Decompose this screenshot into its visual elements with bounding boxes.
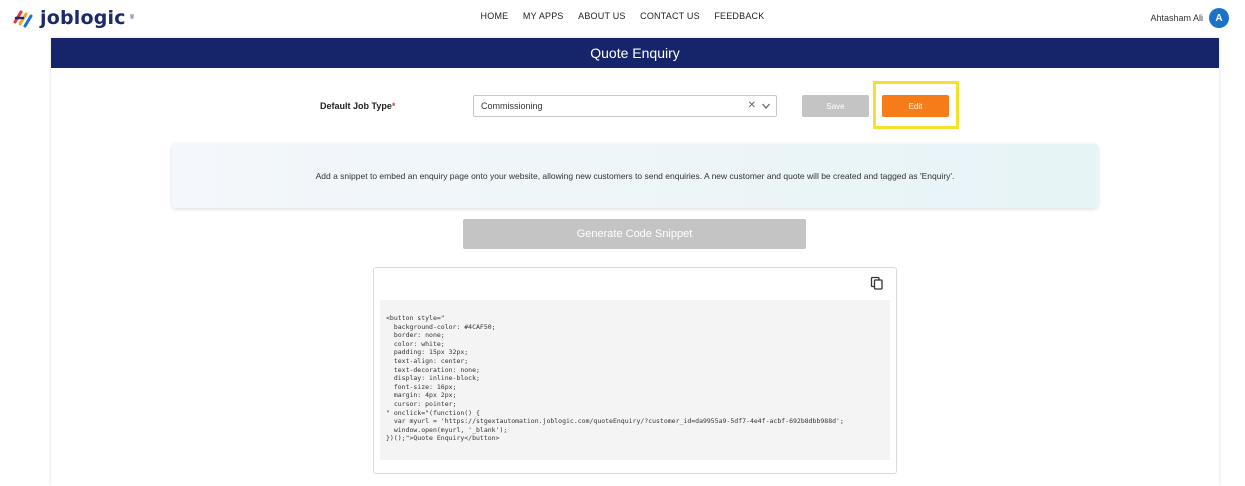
- generate-code-snippet-button[interactable]: Generate Code Snippet: [463, 219, 806, 249]
- nav-my-apps[interactable]: MY APPS: [523, 11, 564, 21]
- edit-button[interactable]: Edit: [882, 95, 949, 117]
- code-snippet-text: <button style=" background-color: #4CAF5…: [386, 314, 844, 443]
- save-button[interactable]: Save: [802, 95, 869, 117]
- quote-enquiry-panel: Quote Enquiry Default Job Type* Commissi…: [51, 38, 1219, 486]
- code-snippet-box: <button style=" background-color: #4CAF5…: [373, 267, 897, 474]
- code-snippet[interactable]: <button style=" background-color: #4CAF5…: [380, 300, 890, 460]
- nav-contact-us[interactable]: CONTACT US: [640, 11, 700, 21]
- user-name: Ahtasham Ali: [1150, 13, 1203, 23]
- job-type-label-text: Default Job Type: [320, 101, 392, 111]
- job-type-label: Default Job Type*: [320, 101, 395, 111]
- job-type-value: Commissioning: [481, 101, 543, 111]
- nav-feedback[interactable]: FEEDBACK: [714, 11, 764, 21]
- nav-about-us[interactable]: ABOUT US: [578, 11, 625, 21]
- info-banner: Add a snippet to embed an enquiry page o…: [172, 144, 1098, 208]
- job-type-select[interactable]: Commissioning ✕: [473, 95, 777, 117]
- top-bar: joblogic ® HOME MY APPS ABOUT US CONTACT…: [0, 0, 1245, 38]
- user-menu[interactable]: Ahtasham Ali A: [1150, 8, 1229, 28]
- page-title: Quote Enquiry: [51, 38, 1219, 68]
- main-nav: HOME MY APPS ABOUT US CONTACT US FEEDBAC…: [0, 11, 1245, 21]
- clear-icon[interactable]: ✕: [748, 100, 756, 111]
- info-text: Add a snippet to embed an enquiry page o…: [315, 171, 955, 181]
- nav-home[interactable]: HOME: [481, 11, 509, 21]
- copy-icon[interactable]: [870, 276, 884, 290]
- chevron-down-icon[interactable]: [761, 101, 771, 111]
- required-marker: *: [391, 101, 396, 111]
- avatar[interactable]: A: [1209, 8, 1229, 28]
